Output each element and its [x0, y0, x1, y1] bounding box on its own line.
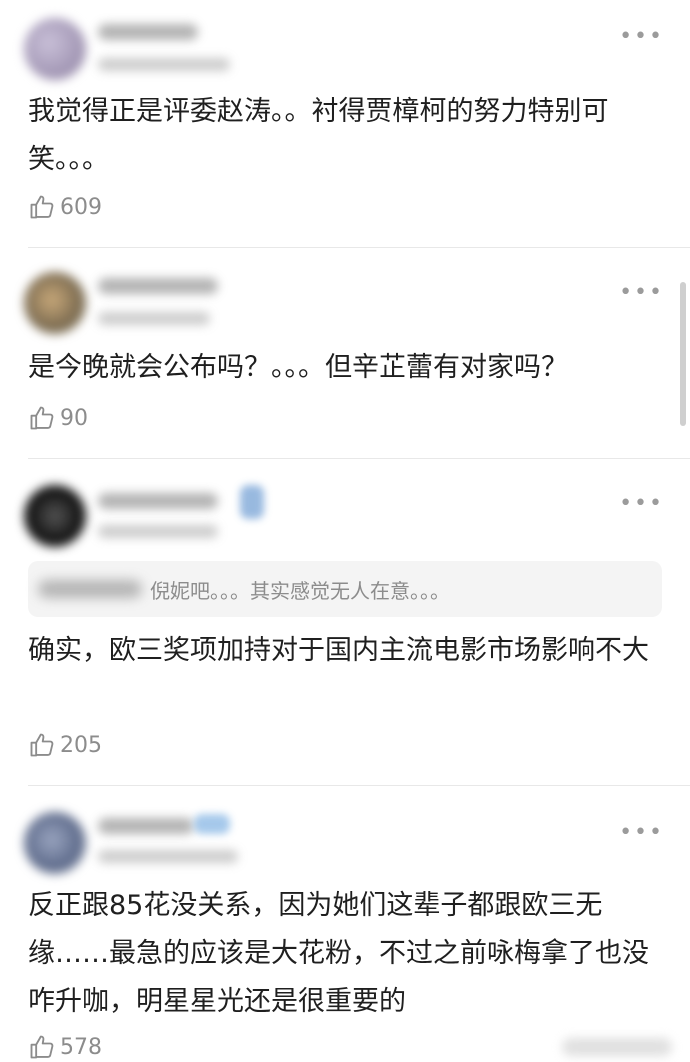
quoted-comment[interactable]: 倪妮吧。。。其实感觉无人在意。。。	[28, 561, 662, 617]
username-blurred[interactable]	[98, 818, 194, 834]
avatar[interactable]	[24, 18, 86, 80]
like-count: 609	[60, 194, 102, 220]
comment-text: 确实，欧三奖项加持对于国内主流电影市场影响不大	[28, 635, 649, 666]
comment-item: ••• 是今晚就会公布吗？。。。但辛芷蕾有对家吗？ 90	[0, 248, 690, 458]
like-button[interactable]: 90	[28, 403, 88, 433]
like-button[interactable]: 578	[28, 1032, 102, 1062]
like-button[interactable]: 205	[28, 730, 102, 760]
like-count: 578	[60, 1034, 102, 1060]
more-dots-icon[interactable]: •••	[619, 26, 664, 48]
comment-text: 反正跟85花没关系，因为她们这辈子都跟欧三无缘……最急的应该是大花粉，不过之前咏…	[28, 890, 649, 1017]
comment-meta-blurred	[98, 312, 210, 325]
comment-item: ••• 反正跟85花没关系，因为她们这辈子都跟欧三无缘……最急的应该是大花粉，不…	[0, 786, 690, 1061]
badge-blurred	[194, 814, 230, 834]
more-dots-icon[interactable]: •••	[619, 282, 664, 304]
thumbs-up-icon	[30, 1035, 54, 1059]
username-blurred[interactable]	[98, 24, 198, 40]
avatar[interactable]	[24, 485, 86, 547]
quoted-username-blurred	[38, 580, 142, 598]
like-count: 90	[60, 405, 88, 431]
username-blurred[interactable]	[98, 493, 218, 509]
thumbs-up-icon	[30, 195, 54, 219]
comment-meta-blurred	[98, 58, 230, 71]
avatar[interactable]	[24, 272, 86, 334]
quoted-text: 倪妮吧。。。其实感觉无人在意。。。	[150, 579, 450, 603]
thumbs-up-icon	[30, 733, 54, 757]
comment-meta-blurred	[98, 525, 218, 538]
more-dots-icon[interactable]: •••	[619, 822, 664, 844]
username-blurred[interactable]	[98, 278, 218, 294]
comment-item: ••• 我觉得正是评委赵涛。。衬得贾樟柯的努力特别可笑。。。 609	[0, 0, 690, 248]
comment-item: ••• 倪妮吧。。。其实感觉无人在意。。。 确实，欧三奖项加持对于国内主流电影市…	[0, 459, 690, 785]
watermark-blurred	[562, 1038, 672, 1056]
thumbs-up-icon	[30, 406, 54, 430]
avatar[interactable]	[24, 812, 86, 874]
comment-text: 是今晚就会公布吗？。。。但辛芷蕾有对家吗？	[28, 352, 568, 383]
badge-blurred	[240, 485, 264, 519]
comment-text: 我觉得正是评委赵涛。。衬得贾樟柯的努力特别可笑。。。	[28, 96, 609, 175]
like-button[interactable]: 609	[28, 192, 102, 222]
comment-meta-blurred	[98, 850, 238, 863]
like-count: 205	[60, 732, 102, 758]
more-dots-icon[interactable]: •••	[619, 493, 664, 515]
